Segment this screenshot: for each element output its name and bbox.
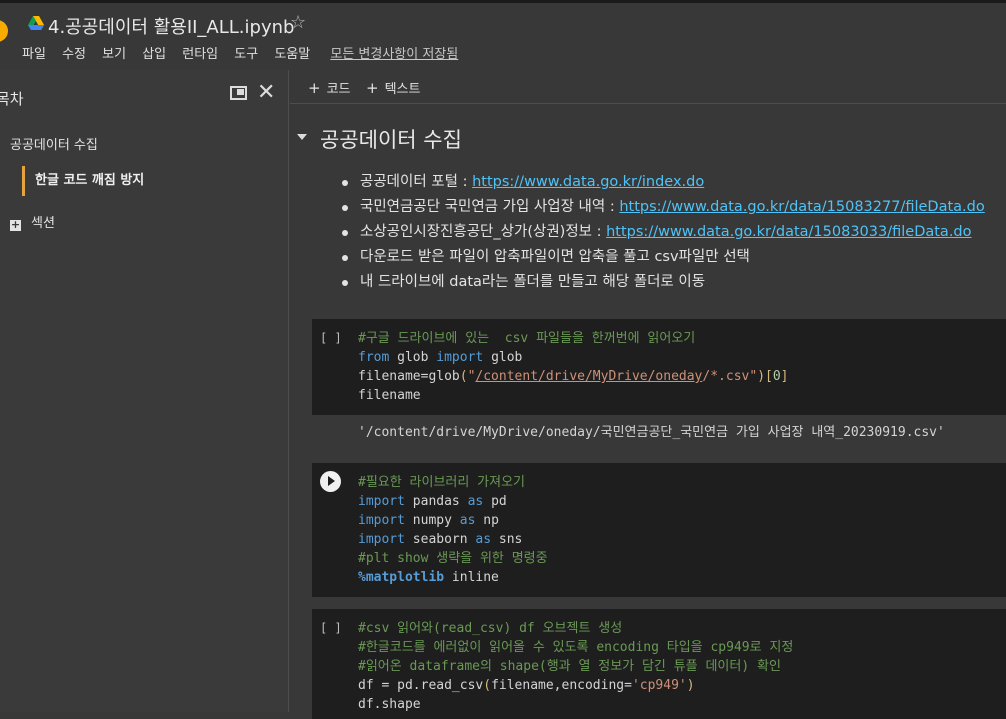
code-token: df = pd.read_csv [358,678,484,693]
bullet-text: 내 드라이브에 data라는 폴더를 만들고 해당 폴더로 이동 [360,274,706,290]
add-section-label: 섹션 [31,216,55,231]
plus-icon: + [308,79,321,97]
code-token: df.shape [358,697,421,712]
list-item: 소상공인시장진흥공단_상가(상권)정보 : https://www.data.g… [342,220,985,245]
toc-item-public-data[interactable]: 공공데이터 수집 [10,134,98,153]
code-token: np [475,513,499,528]
list-item: 공공데이터 포털 : https://www.data.go.kr/index.… [342,170,985,195]
code-token: numpy [404,513,460,528]
bullet-text: 다운로드 받은 파일이 압축파일이면 압축을 풀고 csv파일만 선택 [360,249,750,265]
add-code-button[interactable]: + 코드 [308,78,351,97]
code-keyword: import [358,513,405,528]
bullet-link[interactable]: https://www.data.go.kr/data/15083277/fil… [619,199,984,215]
list-item: 다운로드 받은 파일이 압축파일이면 압축을 풀고 csv파일만 선택 [342,245,985,270]
code-token: sns [491,532,523,547]
notebook-main: + 코드 + 텍스트 공공데이터 수집 공공데이터 포털 : https://www… [290,70,1006,719]
menu-insert[interactable]: 삽입 [142,43,166,62]
run-cell-icon[interactable] [320,471,341,492]
colab-logo[interactable] [0,20,8,42]
toc-title: 목차 [0,90,24,108]
bullet-link[interactable]: https://www.data.go.kr/data/15083033/fil… [606,224,971,240]
add-text-label: 텍스트 [384,82,421,97]
output-text: '/content/drive/MyDrive/oneday/국민연금공단_국민… [358,425,945,440]
code-keyword: as [459,513,476,528]
open-in-window-icon[interactable] [230,86,247,100]
code-cell-2[interactable]: #필요한 라이브러리 가져오기 import pandas as pd impo… [312,463,1006,597]
toc-item-korean-encoding[interactable]: 한글 코드 깨짐 방지 [22,166,144,196]
code-keyword: as [475,532,492,547]
plus-icon: + [366,79,379,97]
code-keyword: as [467,494,484,509]
code-bracket: [ [765,369,773,384]
top-header: 4.공공데이터 활용II_ALL.ipynb ☆ 파일 수정 보기 삽입 런타임… [0,0,1006,66]
add-code-label: 코드 [326,82,351,97]
save-status-link[interactable]: 모든 변경사항이 저장됨 [330,43,458,62]
code-bracket: ] [780,369,789,384]
bullet-text: 국민연금공단 국민연금 가입 사업장 내역 : [360,199,620,215]
close-icon[interactable]: ✕ [257,82,275,104]
code-comment: #구글 드라이브에 있는 csv 파일들을 한꺼번에 읽어오기 [358,331,696,346]
window-top-edge [0,0,1006,3]
menu-tools[interactable]: 도구 [234,43,258,62]
code-bracket: ) [686,678,695,693]
code-cell-1[interactable]: [ ] #구글 드라이브에 있는 csv 파일들을 한꺼번에 읽어오기 from… [312,319,1006,415]
code-keyword: import [358,494,405,509]
menu-runtime[interactable]: 런타임 [182,43,218,62]
code-bracket: ( [483,678,492,693]
bullet-link[interactable]: https://www.data.go.kr/index.do [472,174,704,190]
code-string: /*.csv" [702,369,758,384]
bullet-list: 공공데이터 포털 : https://www.data.go.kr/index.… [342,170,985,295]
code-comment: #한글코드를 에러없이 읽어올 수 있도록 encoding 타입을 cp949… [358,640,794,655]
code-token: filename [358,388,421,403]
star-icon[interactable]: ☆ [290,12,306,34]
code-cell-3[interactable]: [ ] #csv 읽어와(read_csv) df 오브젝트 생성 #한글코드를… [312,609,1006,719]
code-comment: #plt show 생략을 위한 명령중 [358,551,548,566]
menu-edit[interactable]: 수정 [62,43,86,62]
code-comment: #csv 읽어와(read_csv) df 오브젝트 생성 [358,621,623,636]
code-token: glob [483,350,523,365]
cell-run-gutter[interactable]: [ ] [320,621,342,635]
list-item: 내 드라이브에 data라는 폴더를 만들고 해당 폴더로 이동 [342,270,985,295]
code-token: pd [483,494,507,509]
menu-help[interactable]: 도움말 [274,43,310,62]
list-item: 국민연금공단 국민연금 가입 사업장 내역 : https://www.data… [342,195,985,220]
code-token: glob [389,350,437,365]
code-token: filename=glob [358,369,460,384]
code-editor[interactable]: #구글 드라이브에 있는 csv 파일들을 한꺼번에 읽어오기 from glo… [358,329,789,405]
code-keyword: from [358,350,390,365]
cell-run-gutter[interactable]: [ ] [320,331,342,345]
add-section-button[interactable]: + 섹션 [10,212,55,231]
notebook-toolbar: + 코드 + 텍스트 [290,70,1006,104]
code-magic: %matplotlib [358,570,445,585]
menu-view[interactable]: 보기 [102,43,126,62]
notebook-title[interactable]: 4.공공데이터 활용II_ALL.ipynb [48,13,294,39]
add-text-button[interactable]: + 텍스트 [366,78,420,97]
code-comment: #읽어온 dataframe의 shape(행과 열 정보가 담긴 튜플 데이터… [358,659,781,674]
code-token: filename,encoding= [491,678,632,693]
code-number: 0 [772,369,781,384]
code-token: pandas [404,494,468,509]
code-editor[interactable]: #csv 읽어와(read_csv) df 오브젝트 생성 #한글코드를 에러없… [358,619,793,714]
code-token: seaborn [404,532,476,547]
code-keyword: import [358,532,405,547]
code-string: 'cp949' [631,678,687,693]
code-token: inline [444,570,499,585]
table-of-contents-panel: 목차 ✕ 공공데이터 수집 한글 코드 깨짐 방지 + 섹션 [0,70,289,712]
code-editor[interactable]: #필요한 라이브러리 가져오기 import pandas as pd impo… [358,473,548,587]
code-bracket: ( [459,369,468,384]
code-keyword: import [436,350,484,365]
section-heading: 공공데이터 수집 [320,128,462,152]
plus-box-icon: + [10,218,21,231]
cell-1-output: '/content/drive/MyDrive/oneday/국민연금공단_국민… [312,415,1006,453]
menu-bar: 파일 수정 보기 삽입 런타임 도구 도움말 모든 변경사항이 저장됨 [22,43,458,62]
code-bracket: ) [757,369,766,384]
code-string-path[interactable]: /content/drive/MyDrive/oneday [475,369,702,384]
google-drive-icon[interactable] [28,16,44,30]
code-comment: #필요한 라이브러리 가져오기 [358,475,526,490]
bullet-text: 소상공인시장진흥공단_상가(상권)정보 : [360,224,607,240]
menu-file[interactable]: 파일 [22,43,46,62]
collapse-section-icon[interactable] [297,134,307,140]
bullet-text: 공공데이터 포털 : [360,174,473,190]
